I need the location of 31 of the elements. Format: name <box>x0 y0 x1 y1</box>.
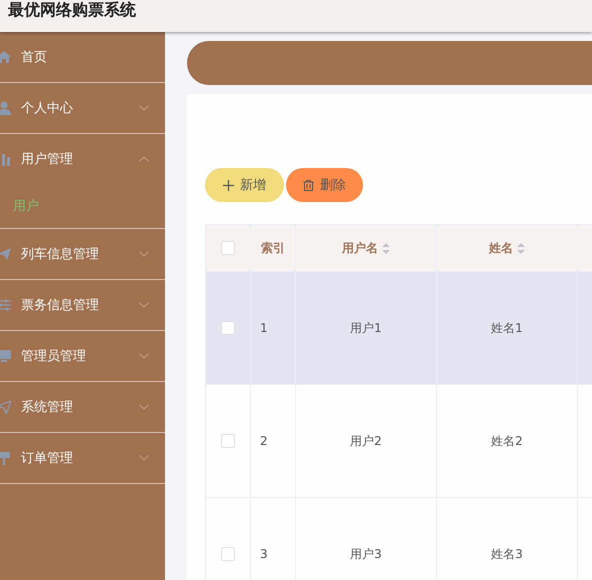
menu-item[interactable]: 票务信息管理 <box>0 280 165 330</box>
menu-item[interactable]: 列车信息管理 <box>0 229 165 279</box>
column-header: 用户名 <box>342 240 378 256</box>
app-title: 最优网络购票系统 <box>8 0 136 19</box>
table-row[interactable]: 2 用户2 姓名2 <box>206 384 592 498</box>
person-icon <box>0 101 11 115</box>
menu-item[interactable]: 首页 <box>0 32 165 82</box>
table-row[interactable]: 3 用户3 姓名3 <box>206 498 592 580</box>
pushpin-icon <box>0 451 11 465</box>
trash-icon <box>303 180 314 190</box>
column-header: 索引 <box>261 240 285 256</box>
monitor-icon <box>0 349 11 363</box>
bar-chart-icon <box>0 152 11 166</box>
menu-item[interactable]: 订单管理 <box>0 433 165 483</box>
sliders-icon <box>0 298 11 312</box>
menu-item[interactable]: 个人中心 <box>0 83 165 133</box>
send-icon <box>0 400 11 414</box>
menu-item[interactable]: 用户管理 <box>0 134 165 184</box>
home-icon <box>0 50 11 64</box>
select-all-checkbox[interactable] <box>221 241 235 256</box>
paper-plane-icon <box>0 247 11 261</box>
menu-item[interactable]: 管理员管理 <box>0 331 165 381</box>
plus-icon <box>223 180 234 190</box>
table-row[interactable]: 1 用户1 姓名1 <box>206 272 592 384</box>
delete-button[interactable]: 删除 <box>286 168 363 202</box>
column-header: 姓名 <box>489 240 513 256</box>
row-checkbox[interactable] <box>221 547 235 562</box>
row-checkbox[interactable] <box>221 434 235 448</box>
row-checkbox[interactable] <box>221 321 235 336</box>
menu-item[interactable]: 系统管理 <box>0 382 165 432</box>
add-button[interactable]: 新增 <box>205 168 284 202</box>
